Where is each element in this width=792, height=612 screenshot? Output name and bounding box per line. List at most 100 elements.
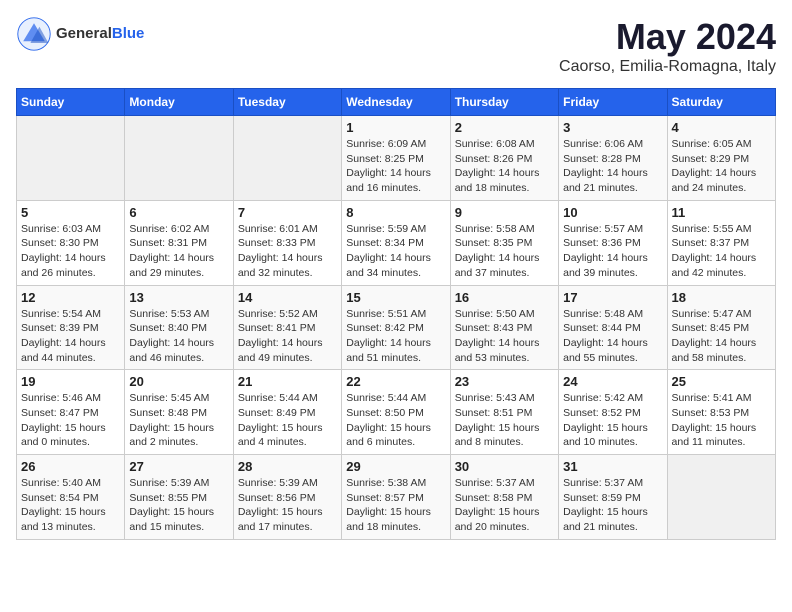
calendar-week-row: 26 Sunrise: 5:40 AM Sunset: 8:54 PM Dayli… — [17, 455, 776, 540]
day-detail: Sunrise: 5:53 AM Sunset: 8:40 PM Dayligh… — [129, 307, 228, 366]
weekday-header: Sunday — [17, 89, 125, 116]
day-detail: Sunrise: 5:58 AM Sunset: 8:35 PM Dayligh… — [455, 222, 554, 281]
day-number: 26 — [21, 459, 120, 474]
calendar-day-cell: 19Sunrise: 5:46 AM Sunset: 8:47 PM Dayli… — [17, 370, 125, 455]
calendar-day-cell: 29 Sunrise: 5:38 AM Sunset: 8:57 PM Dayli… — [342, 455, 450, 540]
day-number: 20 — [129, 374, 228, 389]
day-number: 11 — [672, 205, 771, 220]
calendar-day-cell: 8 Sunrise: 5:59 AM Sunset: 8:34 PM Daylig… — [342, 200, 450, 285]
day-detail: Sunrise: 6:02 AM Sunset: 8:31 PM Dayligh… — [129, 222, 228, 281]
day-number: 23 — [455, 374, 554, 389]
calendar-day-cell: 24Sunrise: 5:42 AM Sunset: 8:52 PM Dayli… — [559, 370, 667, 455]
calendar-day-cell: 15 Sunrise: 5:51 AM Sunset: 8:42 PM Dayli… — [342, 285, 450, 370]
calendar-week-row: 19Sunrise: 5:46 AM Sunset: 8:47 PM Dayli… — [17, 370, 776, 455]
day-detail: Sunrise: 5:52 AM Sunset: 8:41 PM Dayligh… — [238, 307, 337, 366]
day-detail: Sunrise: 5:40 AM Sunset: 8:54 PM Dayligh… — [21, 476, 120, 535]
day-detail: Sunrise: 6:05 AM Sunset: 8:29 PM Dayligh… — [672, 137, 771, 196]
calendar-day-cell: 17 Sunrise: 5:48 AM Sunset: 8:44 PM Dayli… — [559, 285, 667, 370]
calendar-day-cell: 14Sunrise: 5:52 AM Sunset: 8:41 PM Dayli… — [233, 285, 341, 370]
logo: GeneralBlue — [16, 16, 144, 52]
calendar-day-cell: 21 Sunrise: 5:44 AM Sunset: 8:49 PM Dayli… — [233, 370, 341, 455]
weekday-header-row: SundayMondayTuesdayWednesdayThursdayFrid… — [17, 89, 776, 116]
day-detail: Sunrise: 5:44 AM Sunset: 8:49 PM Dayligh… — [238, 391, 337, 450]
day-detail: Sunrise: 6:08 AM Sunset: 8:26 PM Dayligh… — [455, 137, 554, 196]
calendar-week-row: 5 Sunrise: 6:03 AM Sunset: 8:30 PM Daylig… — [17, 200, 776, 285]
day-detail: Sunrise: 5:48 AM Sunset: 8:44 PM Dayligh… — [563, 307, 662, 366]
calendar-day-cell: 28 Sunrise: 5:39 AM Sunset: 8:56 PM Dayli… — [233, 455, 341, 540]
calendar-table: SundayMondayTuesdayWednesdayThursdayFrid… — [16, 88, 776, 540]
day-number: 4 — [672, 120, 771, 135]
day-detail: Sunrise: 6:01 AM Sunset: 8:33 PM Dayligh… — [238, 222, 337, 281]
calendar-day-cell: 9 Sunrise: 5:58 AM Sunset: 8:35 PM Daylig… — [450, 200, 558, 285]
calendar-day-cell: 7 Sunrise: 6:01 AM Sunset: 8:33 PM Daylig… — [233, 200, 341, 285]
day-number: 27 — [129, 459, 228, 474]
calendar-day-cell: 12Sunrise: 5:54 AM Sunset: 8:39 PM Dayli… — [17, 285, 125, 370]
calendar-day-cell — [17, 116, 125, 201]
weekday-header: Saturday — [667, 89, 775, 116]
weekday-header: Monday — [125, 89, 233, 116]
calendar-day-cell: 16 Sunrise: 5:50 AM Sunset: 8:43 PM Dayli… — [450, 285, 558, 370]
logo-general-text: GeneralBlue — [56, 25, 144, 43]
day-number: 15 — [346, 290, 445, 305]
day-number: 10 — [563, 205, 662, 220]
calendar-title: May 2024 — [559, 16, 776, 58]
weekday-header: Wednesday — [342, 89, 450, 116]
calendar-subtitle: Caorso, Emilia-Romagna, Italy — [559, 58, 776, 76]
calendar-day-cell: 18Sunrise: 5:47 AM Sunset: 8:45 PM Dayli… — [667, 285, 775, 370]
day-number: 13 — [129, 290, 228, 305]
calendar-day-cell: 27 Sunrise: 5:39 AM Sunset: 8:55 PM Dayli… — [125, 455, 233, 540]
calendar-day-cell: 30 Sunrise: 5:37 AM Sunset: 8:58 PM Dayli… — [450, 455, 558, 540]
day-number: 3 — [563, 120, 662, 135]
day-number: 28 — [238, 459, 337, 474]
logo-icon — [16, 16, 52, 52]
calendar-day-cell: 2 Sunrise: 6:08 AM Sunset: 8:26 PM Daylig… — [450, 116, 558, 201]
calendar-day-cell: 10 Sunrise: 5:57 AM Sunset: 8:36 PM Dayli… — [559, 200, 667, 285]
calendar-day-cell: 23Sunrise: 5:43 AM Sunset: 8:51 PM Dayli… — [450, 370, 558, 455]
day-number: 30 — [455, 459, 554, 474]
day-detail: Sunrise: 5:59 AM Sunset: 8:34 PM Dayligh… — [346, 222, 445, 281]
title-area: May 2024 Caorso, Emilia-Romagna, Italy — [559, 16, 776, 76]
day-number: 2 — [455, 120, 554, 135]
day-detail: Sunrise: 5:50 AM Sunset: 8:43 PM Dayligh… — [455, 307, 554, 366]
calendar-day-cell: 26 Sunrise: 5:40 AM Sunset: 8:54 PM Dayli… — [17, 455, 125, 540]
calendar-day-cell: 1 Sunrise: 6:09 AM Sunset: 8:25 PM Daylig… — [342, 116, 450, 201]
day-number: 6 — [129, 205, 228, 220]
calendar-day-cell: 20Sunrise: 5:45 AM Sunset: 8:48 PM Dayli… — [125, 370, 233, 455]
calendar-day-cell: 25Sunrise: 5:41 AM Sunset: 8:53 PM Dayli… — [667, 370, 775, 455]
calendar-week-row: 12Sunrise: 5:54 AM Sunset: 8:39 PM Dayli… — [17, 285, 776, 370]
calendar-day-cell — [667, 455, 775, 540]
day-detail: Sunrise: 5:38 AM Sunset: 8:57 PM Dayligh… — [346, 476, 445, 535]
day-number: 5 — [21, 205, 120, 220]
weekday-header: Tuesday — [233, 89, 341, 116]
calendar-day-cell: 13 Sunrise: 5:53 AM Sunset: 8:40 PM Dayli… — [125, 285, 233, 370]
calendar-day-cell: 5 Sunrise: 6:03 AM Sunset: 8:30 PM Daylig… — [17, 200, 125, 285]
day-number: 31 — [563, 459, 662, 474]
calendar-day-cell: 4 Sunrise: 6:05 AM Sunset: 8:29 PM Daylig… — [667, 116, 775, 201]
calendar-day-cell: 31Sunrise: 5:37 AM Sunset: 8:59 PM Dayli… — [559, 455, 667, 540]
day-detail: Sunrise: 5:39 AM Sunset: 8:55 PM Dayligh… — [129, 476, 228, 535]
day-number: 8 — [346, 205, 445, 220]
weekday-header: Thursday — [450, 89, 558, 116]
day-detail: Sunrise: 5:55 AM Sunset: 8:37 PM Dayligh… — [672, 222, 771, 281]
day-number: 1 — [346, 120, 445, 135]
day-number: 21 — [238, 374, 337, 389]
day-number: 16 — [455, 290, 554, 305]
calendar-day-cell: 11 Sunrise: 5:55 AM Sunset: 8:37 PM Dayli… — [667, 200, 775, 285]
day-detail: Sunrise: 6:09 AM Sunset: 8:25 PM Dayligh… — [346, 137, 445, 196]
day-number: 25 — [672, 374, 771, 389]
calendar-day-cell — [233, 116, 341, 201]
day-detail: Sunrise: 5:57 AM Sunset: 8:36 PM Dayligh… — [563, 222, 662, 281]
day-number: 17 — [563, 290, 662, 305]
day-detail: Sunrise: 6:03 AM Sunset: 8:30 PM Dayligh… — [21, 222, 120, 281]
day-detail: Sunrise: 5:39 AM Sunset: 8:56 PM Dayligh… — [238, 476, 337, 535]
day-detail: Sunrise: 5:42 AM Sunset: 8:52 PM Dayligh… — [563, 391, 662, 450]
day-detail: Sunrise: 5:37 AM Sunset: 8:58 PM Dayligh… — [455, 476, 554, 535]
calendar-day-cell: 22Sunrise: 5:44 AM Sunset: 8:50 PM Dayli… — [342, 370, 450, 455]
calendar-day-cell: 3Sunrise: 6:06 AM Sunset: 8:28 PM Daylig… — [559, 116, 667, 201]
day-detail: Sunrise: 5:44 AM Sunset: 8:50 PM Dayligh… — [346, 391, 445, 450]
day-number: 7 — [238, 205, 337, 220]
day-detail: Sunrise: 5:51 AM Sunset: 8:42 PM Dayligh… — [346, 307, 445, 366]
day-number: 9 — [455, 205, 554, 220]
day-number: 12 — [21, 290, 120, 305]
day-number: 29 — [346, 459, 445, 474]
